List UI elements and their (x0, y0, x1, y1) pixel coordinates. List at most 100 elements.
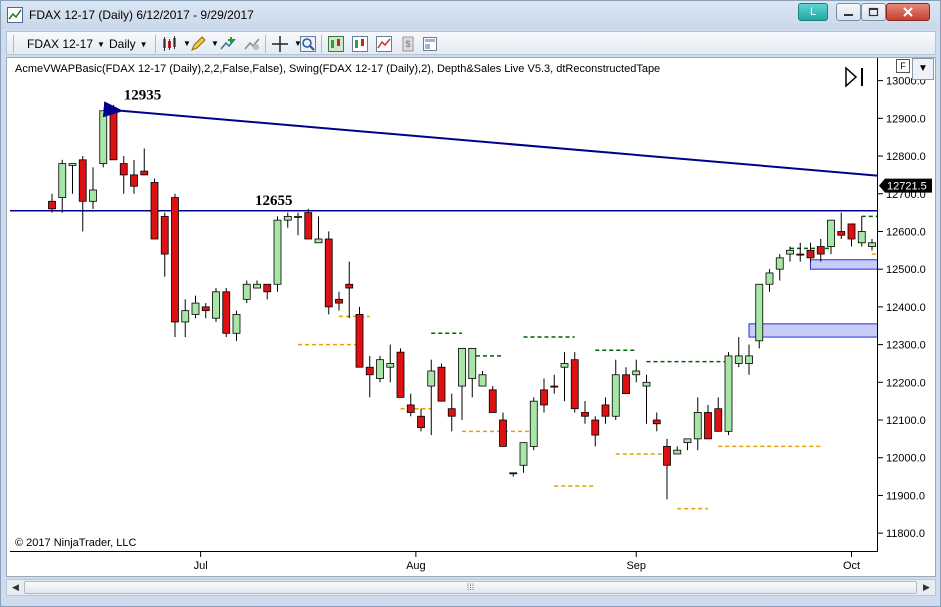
candle-body (642, 381, 651, 387)
format-button[interactable]: F (896, 59, 910, 73)
x-tick-label: Sep (626, 560, 646, 572)
candle-body (58, 163, 67, 198)
candle-body (734, 355, 743, 364)
candle-body (273, 219, 282, 285)
depth-zone (748, 323, 877, 338)
draw-tools-icon[interactable] (189, 35, 207, 53)
price-plot-area[interactable]: 12935 12655 AcmeVWAPBasic(FDAX 12-17 (Dai… (10, 58, 878, 552)
instrument-selector[interactable]: FDAX 12-17 ▼ (27, 35, 105, 53)
candle-body (458, 347, 466, 387)
candle-body (827, 219, 835, 247)
horizontal-scrollbar[interactable]: ◀ ⁞⁞⁞ ▶ (6, 579, 936, 596)
candle-body (704, 412, 712, 440)
chart-app-icon (7, 7, 23, 23)
candle-body (119, 163, 128, 176)
chart-panel[interactable]: 12935 12655 AcmeVWAPBasic(FDAX 12-17 (Dai… (6, 57, 936, 577)
candle-body (540, 389, 548, 406)
candle-body (212, 291, 220, 319)
candle-body (519, 442, 528, 466)
candle-body (396, 351, 405, 398)
candle-body (355, 314, 364, 368)
scrollbar-thumb[interactable]: ⁞⁞⁞ (24, 581, 917, 594)
title-bar[interactable]: FDAX 12-17 (Daily) 6/12/2017 - 9/29/2017… (1, 1, 940, 29)
candle-body (89, 189, 97, 202)
toolbar-separator (321, 35, 322, 53)
candle-body (68, 163, 77, 166)
zoom-icon[interactable] (299, 35, 317, 53)
data-box-icon[interactable] (327, 35, 345, 53)
y-tick-label: 12500.0 (886, 264, 926, 276)
candle-body (48, 200, 56, 210)
candle-body (345, 283, 354, 289)
y-tick-label: 12600.0 (886, 226, 926, 238)
candle-body (263, 283, 272, 293)
current-price-tag (879, 178, 932, 193)
candle-body (406, 404, 415, 413)
candle-body (304, 212, 313, 240)
candle-body (140, 170, 149, 176)
candle-body (447, 408, 456, 417)
candle-body (314, 238, 323, 244)
close-icon[interactable] (886, 3, 930, 21)
candle-body (417, 415, 425, 428)
candle-body (622, 374, 630, 395)
toolbar-separator (265, 35, 266, 53)
minimize-icon[interactable] (836, 3, 861, 21)
candle-body (499, 419, 507, 447)
candle-body (755, 283, 764, 342)
candle-body (529, 400, 538, 447)
annotation-high-label: 12935 (124, 87, 162, 103)
window-title: FDAX 12-17 (Daily) 6/12/2017 - 9/29/2017 (29, 8, 254, 22)
candle-body (693, 412, 702, 440)
instrument-label: FDAX 12-17 (27, 37, 94, 51)
candle-body (130, 174, 138, 187)
candle-body (376, 359, 384, 379)
candle-body (171, 197, 179, 323)
templates-icon[interactable]: $ (399, 35, 417, 53)
add-indicator-icon[interactable] (219, 35, 237, 53)
candle-body (601, 404, 610, 417)
strategy-icon[interactable] (243, 35, 261, 53)
candle-body (806, 249, 815, 259)
chart-trader-icon[interactable] (351, 35, 369, 53)
candle-body (427, 370, 436, 387)
candle-body (683, 438, 692, 444)
candle-body (78, 159, 87, 202)
candle-body (468, 347, 477, 379)
sidebar-icon[interactable] (421, 35, 439, 53)
interval-selector[interactable]: Daily ▼ (109, 35, 148, 53)
link-button[interactable]: L (798, 3, 828, 21)
candle-body (570, 359, 579, 410)
indicator-label: AcmeVWAPBasic(FDAX 12-17 (Daily),2,2,Fal… (15, 63, 661, 75)
candle-body (581, 412, 589, 417)
toolbar-separator (13, 35, 14, 53)
chart-style-icon[interactable] (161, 35, 179, 53)
candle-body (191, 302, 200, 315)
candle-body (365, 366, 374, 376)
candle-body (550, 385, 559, 388)
properties-icon[interactable] (375, 35, 393, 53)
candle-body (714, 408, 723, 432)
scroll-right-icon[interactable]: ▶ (918, 580, 935, 595)
candle-body (488, 389, 497, 413)
candle-body (181, 310, 190, 323)
price-chart[interactable]: 12935 12655 (10, 58, 878, 552)
x-tick-label: Jul (194, 560, 208, 572)
candle-body (324, 238, 333, 308)
y-tick-label: 12700.0 (886, 189, 926, 201)
y-tick-label: 12000.0 (886, 453, 926, 465)
trend-arrow-line (102, 101, 877, 177)
chart-menu-dropdown[interactable]: ▼ (912, 58, 934, 80)
chevron-down-icon[interactable]: ▼ (211, 35, 219, 53)
candle-body (765, 272, 774, 285)
maximize-icon[interactable] (861, 3, 886, 21)
scroll-left-icon[interactable]: ◀ (7, 580, 24, 595)
candle-body (611, 374, 620, 417)
chevron-down-icon: ▼ (139, 39, 148, 49)
candle-body (99, 110, 108, 164)
candle-body (294, 215, 302, 218)
x-tick-label: Aug (406, 560, 426, 572)
crosshair-icon[interactable] (271, 35, 289, 53)
candle-body (857, 231, 866, 244)
chart-window: FDAX 12-17 (Daily) 6/12/2017 - 9/29/2017… (0, 0, 941, 607)
